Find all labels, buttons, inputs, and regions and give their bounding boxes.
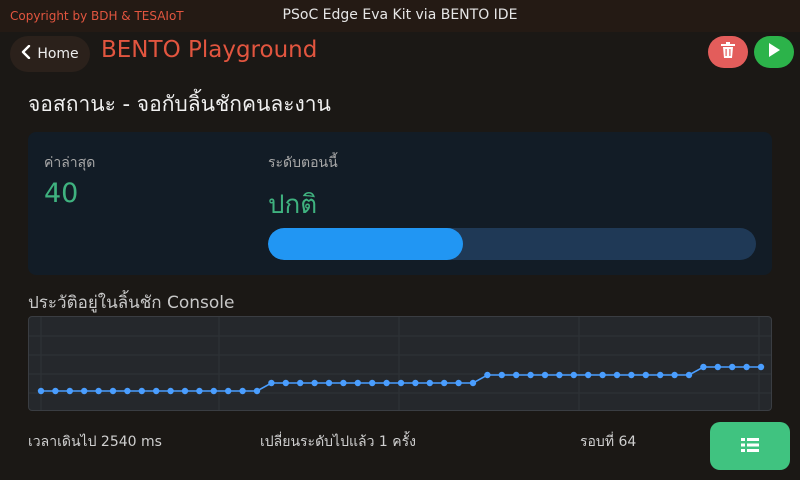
history-point <box>153 387 160 395</box>
history-point <box>628 371 635 379</box>
app-title: BENTO Playground <box>101 37 318 63</box>
history-point <box>729 363 736 371</box>
history-point <box>124 387 131 395</box>
history-point <box>743 363 750 371</box>
history-point <box>340 379 347 387</box>
history-point <box>95 387 102 395</box>
delete-button[interactable] <box>708 36 748 68</box>
history-series-line <box>41 366 761 392</box>
history-point <box>167 387 174 395</box>
home-label: Home <box>37 46 79 62</box>
console-list-button[interactable] <box>710 422 790 470</box>
history-point <box>541 371 549 379</box>
history-point <box>297 379 304 387</box>
history-point <box>570 371 577 379</box>
history-point <box>369 379 376 387</box>
history-point <box>196 387 203 395</box>
history-point <box>138 387 145 395</box>
status-card: ค่าล่าสุด 40 ระดับตอนนี้ ปกติ <box>28 132 772 275</box>
page-title: จอสถานะ - จอกับลิ้นชักคนละงาน <box>28 92 331 116</box>
history-point <box>311 379 318 387</box>
history-title: ประวัติอยู่ในลิ้นชัก Console <box>28 293 235 313</box>
history-point <box>585 371 592 379</box>
history-point <box>412 379 419 387</box>
history-point <box>225 387 232 395</box>
history-point <box>239 387 246 395</box>
history-point <box>613 371 621 379</box>
history-point <box>498 371 505 379</box>
history-point <box>268 379 275 387</box>
elapsed-time: เวลาเดินไป 2540 ms <box>28 434 162 450</box>
history-point <box>397 379 405 387</box>
round-counter: รอบที่ 64 <box>580 434 637 450</box>
history-point <box>354 379 361 387</box>
history-point <box>642 371 649 379</box>
history-point <box>527 371 534 379</box>
history-point <box>469 379 477 387</box>
history-point <box>657 371 664 379</box>
play-icon <box>768 42 781 62</box>
top-bar: Copyright by BDH & TESAIoT PSoC Edge Eva… <box>0 0 800 32</box>
history-point <box>66 387 73 395</box>
history-point <box>455 379 462 387</box>
history-point <box>383 379 390 387</box>
level-change-count: เปลี่ยนระดับไปแล้ว 1 ครั้ง <box>260 434 416 450</box>
chevron-left-icon <box>21 44 31 63</box>
history-point <box>210 387 217 395</box>
level-progress-bar <box>268 228 756 260</box>
history-point <box>556 371 563 379</box>
history-point <box>253 387 261 395</box>
history-point <box>599 371 606 379</box>
history-point <box>757 363 765 371</box>
run-button[interactable] <box>754 36 794 68</box>
latest-value-label: ค่าล่าสุด <box>44 155 96 171</box>
history-chart <box>28 316 772 411</box>
history-chart-svg <box>29 317 771 410</box>
history-point <box>671 371 678 379</box>
history-point <box>714 363 721 371</box>
history-point <box>484 371 491 379</box>
trash-icon <box>721 42 735 62</box>
history-point <box>513 371 520 379</box>
history-point <box>441 379 448 387</box>
current-level-value: ปกติ <box>268 190 318 220</box>
level-progress-fill <box>268 228 464 260</box>
history-point <box>109 387 117 395</box>
history-point <box>37 387 45 395</box>
history-point <box>81 387 88 395</box>
history-point <box>52 387 59 395</box>
history-point <box>685 371 693 379</box>
history-point <box>282 379 289 387</box>
window-title: PSoC Edge Eva Kit via BENTO IDE <box>282 7 518 23</box>
list-icon <box>741 437 759 456</box>
history-point <box>426 379 433 387</box>
history-point <box>700 363 707 371</box>
latest-value: 40 <box>44 178 79 209</box>
history-point <box>325 379 333 387</box>
home-button[interactable]: Home <box>10 36 90 72</box>
history-point <box>181 387 189 395</box>
current-level-label: ระดับตอนนี้ <box>268 155 338 171</box>
